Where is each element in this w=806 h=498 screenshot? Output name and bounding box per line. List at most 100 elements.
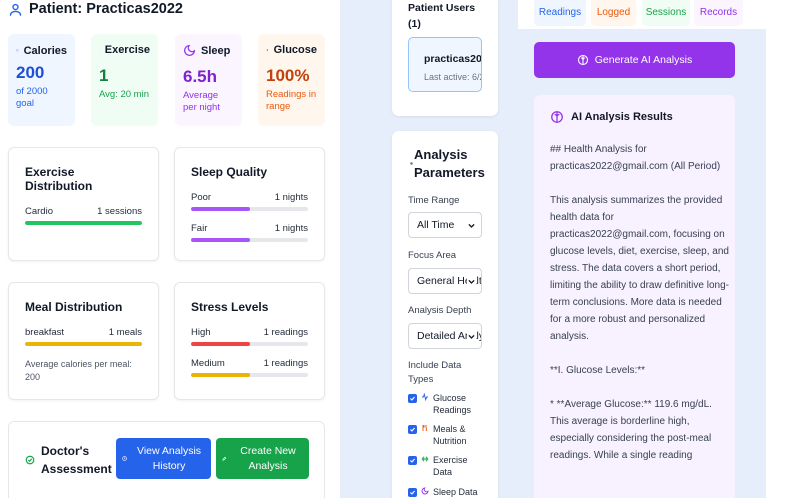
patient-users-title: Patient Users (1) — [408, 2, 476, 31]
tab-logged[interactable]: Logged — [591, 0, 636, 26]
results-header: AI Analysis Results — [550, 110, 673, 124]
dumbbell-icon — [421, 456, 429, 462]
patient-user-item[interactable]: practicas2022@gmail.com Last active: 6/2… — [408, 37, 482, 92]
chevron-down-icon — [467, 332, 476, 341]
chevron-down-icon — [467, 277, 476, 286]
tab-records[interactable]: Records — [694, 0, 743, 26]
tab-sessions[interactable]: Sessions — [642, 0, 690, 26]
progress-track — [25, 221, 142, 225]
patient-dashboard: Patient: Practicas2022 Calories 200 of 2… — [0, 0, 340, 498]
results-paragraph: **I. Glucose Levels:** — [550, 365, 646, 376]
patient-header: Patient: Practicas2022 — [8, 1, 183, 17]
results-paragraph: This analysis summarizes the provided he… — [550, 195, 729, 342]
progress-track — [25, 342, 142, 346]
stat-card-exercise: Exercise 1 Avg: 20 min — [91, 34, 158, 126]
edit-icon — [222, 456, 227, 461]
user-icon — [9, 3, 22, 16]
stat-label: Exercise — [104, 44, 150, 56]
card-title: Meal Distribution — [25, 300, 123, 314]
stat-subtext: Avg: 20 min — [99, 89, 149, 100]
data-type-exercise[interactable]: Exercise Data — [408, 454, 479, 478]
sleep-quality-card: Sleep Quality Poor 1 nights Fair 1 night… — [174, 147, 325, 261]
results-text: ## Health Analysis for practicas2022@gma… — [550, 141, 730, 481]
doctors-assessment-card: Doctor's Assessment View Analysis Histor… — [8, 421, 325, 498]
results-paragraph: * **Average Glucose:** 119.6 mg/dL. This… — [550, 399, 712, 461]
moon-icon — [184, 44, 196, 56]
bar-row: Medium 1 readings — [191, 358, 308, 369]
ai-analysis-results-panel: AI Analysis Results ## Health Analysis f… — [534, 95, 735, 498]
progress-track — [191, 373, 308, 377]
focus-area-label: Focus Area — [408, 250, 457, 261]
stat-card-sleep: Sleep 6.5h Average per night — [175, 34, 242, 126]
assessment-title: Doctor's Assessment — [25, 442, 112, 478]
meal-distribution-card: Meal Distribution breakfast 1 meals Aver… — [8, 282, 159, 400]
progress-track — [191, 207, 308, 211]
stat-value: 6.5h — [183, 67, 218, 86]
progress-fill — [25, 342, 142, 346]
stress-levels-card: Stress Levels High 1 readings Medium 1 r… — [174, 282, 325, 400]
stat-value: 200 — [16, 63, 45, 82]
bar-row: Fair 1 nights — [191, 223, 308, 234]
utensils-icon — [422, 424, 427, 431]
results-title: AI Analysis Results — [571, 111, 673, 123]
analysis-parameters-title: Analysis Parameters — [414, 147, 485, 180]
stat-label: Calories — [23, 44, 67, 57]
chevron-down-icon — [467, 221, 476, 230]
page-edge — [766, 0, 806, 498]
progress-track — [191, 342, 308, 346]
stat-subtext: Readings in range — [266, 89, 317, 113]
analysis-depth-label: Analysis Depth — [408, 305, 472, 316]
time-range-select[interactable]: All Time — [408, 212, 482, 238]
generate-ai-analysis-button[interactable]: Generate AI Analysis — [534, 42, 735, 78]
moon-icon — [421, 487, 429, 495]
droplet-icon — [266, 48, 268, 51]
progress-fill — [25, 221, 142, 225]
checkbox[interactable] — [408, 425, 417, 434]
bar-row: Cardio 1 sessions — [25, 206, 142, 217]
tab-readings[interactable]: Readings — [534, 0, 586, 26]
checkbox[interactable] — [408, 456, 417, 465]
stat-label: Sleep — [201, 44, 231, 57]
stat-subtext: Average per night — [183, 90, 220, 114]
stat-value: 1 — [99, 66, 109, 85]
data-type-sleep[interactable]: Sleep Data — [408, 486, 483, 498]
stat-value: 100% — [266, 66, 310, 85]
stat-subtext: of 2000 goal — [16, 86, 48, 110]
average-calories-note: Average calories per meal: 200 — [25, 359, 132, 382]
create-new-analysis-button[interactable]: Create New Analysis — [216, 438, 309, 479]
checkbox[interactable] — [408, 394, 417, 403]
results-paragraph: ## Health Analysis for practicas2022@gma… — [550, 144, 721, 172]
settings-icon — [410, 162, 413, 165]
user-email: practicas2022@gmail.com — [424, 53, 482, 65]
user-last-active: Last active: 6/28/2025 — [424, 72, 481, 82]
bar-row: Poor 1 nights — [191, 192, 308, 203]
progress-track — [191, 238, 308, 242]
time-range-label: Time Range — [408, 195, 460, 206]
focus-area-select[interactable]: General Health — [408, 268, 482, 294]
stat-card-calories: Calories 200 of 2000 goal — [8, 34, 75, 126]
brain-icon — [577, 54, 588, 66]
data-type-meals[interactable]: Meals & Nutrition — [408, 423, 479, 447]
bar-row: High 1 readings — [191, 327, 308, 338]
clock-icon — [122, 456, 127, 461]
activity-icon — [99, 49, 100, 51]
activity-icon — [422, 393, 428, 401]
card-title: Sleep Quality — [191, 165, 268, 179]
progress-fill — [191, 342, 250, 346]
stat-label: Glucose — [273, 44, 317, 56]
view-analysis-history-button[interactable]: View Analysis History — [116, 438, 211, 479]
analysis-parameters-card: Analysis Parameters Time Range All Time … — [392, 131, 498, 498]
progress-fill — [191, 207, 250, 211]
analysis-depth-select[interactable]: Detailed Analysis — [408, 323, 482, 349]
progress-fill — [191, 373, 250, 377]
progress-fill — [191, 238, 250, 242]
data-type-glucose[interactable]: Glucose Readings — [408, 392, 479, 416]
exercise-distribution-card: Exercise Distribution Cardio 1 sessions — [8, 147, 159, 261]
stat-card-glucose: Glucose 100% Readings in range — [258, 34, 325, 126]
checkbox[interactable] — [408, 488, 417, 497]
card-title: Stress Levels — [191, 300, 269, 314]
card-title: Exercise Distribution — [25, 165, 93, 193]
check-circle-icon — [25, 455, 35, 465]
brain-icon — [551, 111, 563, 123]
page-title: Patient: Practicas2022 — [29, 1, 183, 17]
